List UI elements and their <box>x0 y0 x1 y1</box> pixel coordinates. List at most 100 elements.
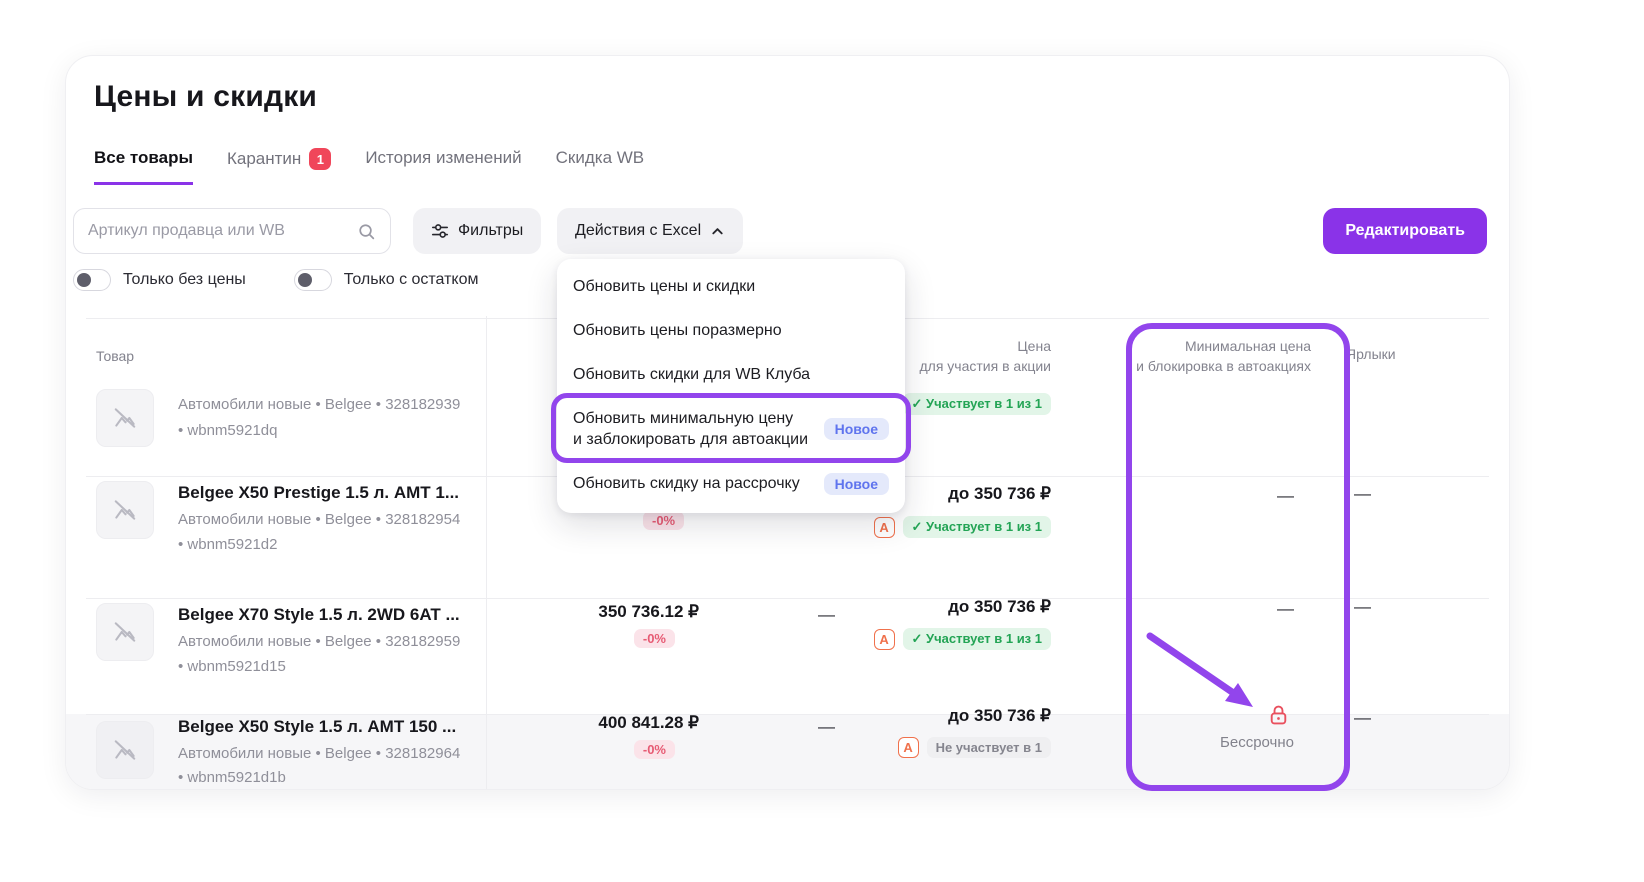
tab-wb-discount-label: Скидка WB <box>556 148 645 168</box>
product-title: Belgee X50 Prestige 1.5 л. AMT 1... <box>178 483 459 503</box>
column-header-line: и блокировка в автоакциях <box>1136 356 1311 376</box>
lock-icon <box>1268 703 1289 731</box>
filters-icon <box>431 222 449 240</box>
menu-item-update-min-price-block-autopromo[interactable]: Обновить минимальную цену и заблокироват… <box>557 397 905 461</box>
toggle-only-with-stock[interactable]: Только с остатком <box>294 269 479 291</box>
column-header-line: для участия в акции <box>920 356 1052 376</box>
tab-wb-discount[interactable]: Скидка WB <box>556 148 645 182</box>
page-title: Цены и скидки <box>94 80 317 114</box>
menu-item-update-wb-club-discounts[interactable]: Обновить скидки для WB Клуба <box>557 353 905 397</box>
current-price: 400 841.28 ₽ <box>598 713 699 733</box>
edit-button[interactable]: Редактировать <box>1323 208 1487 254</box>
promo-participation-pill: ✓ Участвует в 1 из 1 <box>903 628 1051 650</box>
quarantine-count-badge: 1 <box>309 148 331 170</box>
auto-promo-badge: А <box>898 737 919 758</box>
menu-item-label: Обновить скидки для WB Клуба <box>573 366 810 384</box>
column-header-labels: Ярлыки <box>1346 344 1396 364</box>
product-meta: • wbnm5921d15 <box>178 658 286 675</box>
toggle-label: Только с остатком <box>344 271 479 289</box>
tab-all-products-label: Все товары <box>94 148 193 168</box>
product-meta: Автомобили новые • Belgee • 328182954 <box>178 511 460 528</box>
auto-promo-badge: А <box>874 629 895 650</box>
tabs-bar: Все товары Карантин 1 История изменений С… <box>94 148 644 185</box>
discount-pill: -0% <box>634 740 675 759</box>
toggle-switch[interactable] <box>294 269 332 291</box>
product-title: Belgee X70 Style 1.5 л. 2WD 6AT ... <box>178 605 460 625</box>
tab-all-products[interactable]: Все товары <box>94 148 193 185</box>
tab-quarantine-label: Карантин <box>227 149 301 169</box>
promo-participation-pill: Не участвует в 1 <box>927 737 1051 758</box>
menu-item-label: Обновить цены и скидки <box>573 278 755 296</box>
discount-pill: -0% <box>634 629 675 648</box>
product-meta: Автомобили новые • Belgee • 328182964 <box>178 745 460 762</box>
menu-item-update-installment-discount[interactable]: Обновить скидку на рассрочку Новое <box>557 461 905 507</box>
product-thumbnail[interactable] <box>96 481 154 539</box>
menu-item-label-line: Обновить минимальную цену <box>573 408 808 429</box>
labels-value: — <box>1354 708 1371 728</box>
product-thumbnail[interactable] <box>96 603 154 661</box>
club-price-value: — <box>818 605 835 625</box>
promo-status: А Не участвует в 1 <box>898 737 1051 758</box>
current-price: 350 736.12 ₽ <box>598 602 699 622</box>
promo-participation-pill: ✓ Участвует в 1 из 1 <box>903 393 1051 415</box>
no-photo-icon <box>112 497 138 523</box>
toggle-only-without-price[interactable]: Только без цены <box>73 269 246 291</box>
product-thumbnail[interactable] <box>96 721 154 779</box>
current-price-cell: 350 736.12 ₽ -0% <box>598 602 699 648</box>
search-input[interactable] <box>88 222 357 240</box>
current-price-cell: 400 841.28 ₽ -0% <box>598 713 699 759</box>
product-meta: • wbnm5921d2 <box>178 536 278 553</box>
product-meta: Автомобили новые • Belgee • 328182959 <box>178 633 460 650</box>
new-badge: Новое <box>824 418 889 440</box>
product-thumbnail[interactable] <box>96 389 154 447</box>
discount-pill: -0% <box>643 511 684 530</box>
column-header-product: Товар <box>96 346 134 366</box>
club-price-value: — <box>818 717 835 737</box>
product-meta: • wbnm5921d1b <box>178 769 286 786</box>
no-photo-icon <box>112 405 138 431</box>
toggle-label: Только без цены <box>123 271 246 289</box>
excel-actions-menu: Обновить цены и скидки Обновить цены пор… <box>557 259 905 513</box>
promo-participation-pill: ✓ Участвует в 1 из 1 <box>903 516 1051 538</box>
min-price-caption: Бессрочно <box>1220 734 1294 751</box>
product-title: Belgee X50 Style 1.5 л. AMT 150 ... <box>178 717 456 737</box>
min-price-value: — <box>1277 486 1294 506</box>
filters-button-label: Фильтры <box>458 222 523 240</box>
menu-item-label: Обновить цены поразмерно <box>573 322 782 340</box>
action-price: до 350 736 ₽ <box>948 597 1051 617</box>
action-price: до 350 736 ₽ <box>948 484 1051 504</box>
quick-filters: Только без цены Только с остатком <box>73 269 479 291</box>
tab-history[interactable]: История изменений <box>365 148 521 182</box>
column-header-min-price: Минимальная цена и блокировка в автоакци… <box>1136 336 1311 376</box>
chevron-up-icon <box>710 224 725 239</box>
column-divider <box>486 316 487 789</box>
no-photo-icon <box>112 737 138 763</box>
new-badge: Новое <box>824 473 889 495</box>
search-icon <box>357 222 376 241</box>
toggle-switch[interactable] <box>73 269 111 291</box>
labels-value: — <box>1354 484 1371 504</box>
min-price-value: — <box>1277 599 1294 619</box>
promo-status: А ✓ Участвует в 1 из 1 <box>874 516 1051 538</box>
tab-history-label: История изменений <box>365 148 521 168</box>
no-photo-icon <box>112 619 138 645</box>
menu-item-label-line: и заблокировать для автоакции <box>573 429 808 450</box>
menu-item-update-prices-by-size[interactable]: Обновить цены поразмерно <box>557 309 905 353</box>
column-header-line: Минимальная цена <box>1136 336 1311 356</box>
menu-item-update-prices-discounts[interactable]: Обновить цены и скидки <box>557 265 905 309</box>
excel-actions-button[interactable]: Действия с Excel <box>557 208 743 254</box>
action-price: до 350 736 ₽ <box>948 706 1051 726</box>
tab-quarantine[interactable]: Карантин 1 <box>227 148 331 184</box>
column-header-line: Цена <box>920 336 1052 356</box>
menu-item-label: Обновить минимальную цену и заблокироват… <box>573 408 808 450</box>
product-meta: Автомобили новые • Belgee • 328182939 <box>178 396 460 413</box>
excel-actions-label: Действия с Excel <box>575 222 701 240</box>
product-meta: • wbnm5921dq <box>178 422 278 439</box>
menu-item-label: Обновить скидку на рассрочку <box>573 475 800 493</box>
column-header-action-price: Цена для участия в акции <box>920 336 1052 376</box>
search-field[interactable] <box>73 208 391 254</box>
prices-and-discounts-card: Цены и скидки Все товары Карантин 1 Истор… <box>65 55 1510 790</box>
filters-button[interactable]: Фильтры <box>413 208 541 254</box>
promo-status: А ✓ Участвует в 1 из 1 <box>874 628 1051 650</box>
auto-promo-badge: А <box>874 517 895 538</box>
